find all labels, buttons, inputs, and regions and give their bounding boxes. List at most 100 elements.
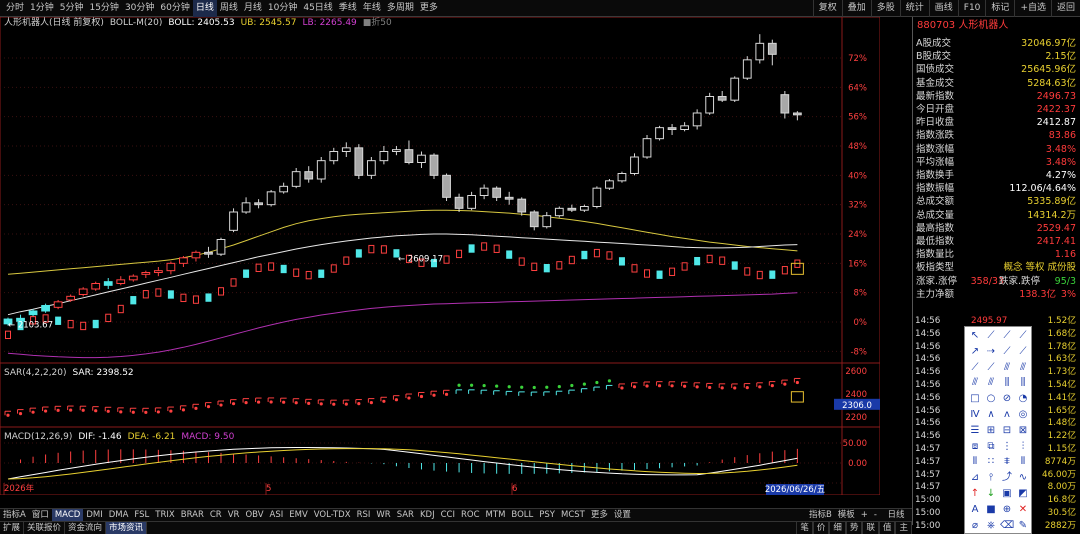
cycle-icon[interactable]: ʌ bbox=[1000, 408, 1014, 422]
frame-icon[interactable]: ▣ bbox=[1000, 487, 1014, 501]
pen-icon[interactable]: ✎ bbox=[1016, 519, 1030, 533]
indicator-tab-14[interactable]: RSI bbox=[354, 509, 374, 522]
gann-box-icon[interactable]: ⫼ bbox=[1016, 376, 1030, 390]
footer-tab-0[interactable]: 扩展 bbox=[0, 521, 25, 534]
indicator-tab-22[interactable]: PSY bbox=[536, 509, 558, 522]
footer-tab-2[interactable]: 资金流向 bbox=[65, 521, 107, 534]
boll-indicator-name[interactable]: BOLL-M(20) bbox=[110, 17, 162, 29]
sar-label[interactable]: SAR(4,2,2,20) bbox=[4, 367, 67, 379]
tool-button-7[interactable]: +自选 bbox=[1014, 0, 1051, 17]
indicator-tab-9[interactable]: VR bbox=[225, 509, 243, 522]
indicator-tab-24[interactable]: 更多 bbox=[588, 509, 611, 522]
half-icon[interactable]: ◩ bbox=[1016, 487, 1030, 501]
indicator-tab-1[interactable]: 窗口 bbox=[29, 509, 52, 522]
box-icon[interactable]: ⊞ bbox=[984, 424, 998, 438]
rect-icon[interactable]: □ bbox=[968, 392, 982, 406]
period-tab-9[interactable]: 10分钟 bbox=[265, 0, 300, 17]
segment-icon[interactable]: ⟋ bbox=[1016, 329, 1030, 343]
lock-icon[interactable]: ⎈ bbox=[984, 519, 998, 533]
parallel-icon[interactable]: ⇢ bbox=[984, 345, 998, 359]
period-indicator[interactable]: 日线 bbox=[880, 508, 912, 521]
tool-button-5[interactable]: F10 bbox=[957, 0, 986, 17]
period-tab-6[interactable]: 日线 bbox=[192, 0, 217, 17]
indicator-tab-6[interactable]: TRIX bbox=[152, 509, 177, 522]
fib-icon[interactable]: ⫻ bbox=[1000, 361, 1014, 375]
footer-right-tab-5[interactable]: 值 bbox=[878, 521, 896, 534]
tool-button-8[interactable]: 返回 bbox=[1050, 0, 1080, 17]
kline-chart-svg[interactable]: -8% 0% 8% 16% 24% 32% 40% 48% 56% 64% 72% ← 2609.17… bbox=[0, 17, 880, 495]
wave-icon[interactable]: Ⅳ bbox=[968, 408, 982, 422]
macd-label[interactable]: MACD(12,26,9) bbox=[4, 431, 72, 443]
tool-button-2[interactable]: 多股 bbox=[870, 0, 900, 17]
pitchfork-icon[interactable]: ⫴ bbox=[1016, 455, 1030, 469]
up-arrow-mark-icon[interactable]: ⤴ bbox=[1000, 471, 1014, 485]
tool-button-0[interactable]: 复权 bbox=[812, 0, 842, 17]
sine-icon[interactable]: ∿ bbox=[1016, 471, 1030, 485]
text-icon[interactable]: A bbox=[968, 503, 982, 517]
tri2-icon[interactable]: ⫯ bbox=[984, 471, 998, 485]
peak-icon[interactable]: ∧ bbox=[984, 408, 998, 422]
fill-icon[interactable]: ■ bbox=[984, 503, 998, 517]
fib-arc-icon[interactable]: ⫻ bbox=[968, 376, 982, 390]
indicator-tab-16[interactable]: SAR bbox=[394, 509, 417, 522]
ray-icon[interactable]: ⟋ bbox=[1000, 329, 1014, 343]
vline-icon[interactable]: ⋮ bbox=[1000, 440, 1014, 454]
period-tab-7[interactable]: 周线 bbox=[217, 0, 241, 17]
period-tab-12[interactable]: 年线 bbox=[360, 0, 384, 17]
box3-icon[interactable]: ⊠ bbox=[1016, 424, 1030, 438]
box2-icon[interactable]: ⊟ bbox=[1000, 424, 1014, 438]
indicator-tab-18[interactable]: CCI bbox=[438, 509, 458, 522]
period-tab-2[interactable]: 5分钟 bbox=[57, 0, 87, 17]
indicator-tab-13[interactable]: VOL-TDX bbox=[311, 509, 354, 522]
line-icon[interactable]: ⟋ bbox=[984, 329, 998, 343]
footer-tab-1[interactable]: 关联报价 bbox=[24, 521, 66, 534]
indicator-tab-5[interactable]: FSL bbox=[131, 509, 152, 522]
indicator-tab-20[interactable]: MTM bbox=[483, 509, 509, 522]
period-tab-10[interactable]: 45日线 bbox=[300, 0, 335, 17]
tool-button-6[interactable]: 标记 bbox=[985, 0, 1014, 17]
indicator-tab-21[interactable]: BOLL bbox=[508, 509, 536, 522]
footer-right-tab-4[interactable]: 联 bbox=[862, 521, 879, 534]
period-tab-4[interactable]: 30分钟 bbox=[122, 0, 157, 17]
indicator-tab-2[interactable]: MACD bbox=[51, 508, 84, 522]
footer-right-tab-3[interactable]: 势 bbox=[845, 521, 863, 534]
indicator-tab-12[interactable]: EMV bbox=[286, 509, 311, 522]
footer-right-tab-6[interactable]: 主 bbox=[895, 521, 912, 534]
tool-button-1[interactable]: 叠加 bbox=[841, 0, 871, 17]
indicator-tab-17[interactable]: KDJ bbox=[417, 509, 438, 522]
bars-icon[interactable]: ⦀ bbox=[968, 455, 982, 469]
period-tab-13[interactable]: 多周期 bbox=[384, 0, 417, 17]
ellipse-icon[interactable]: ⊘ bbox=[1000, 392, 1014, 406]
vlines-icon[interactable]: ⫶ bbox=[1016, 440, 1030, 454]
crosshair-icon[interactable]: ⊕ bbox=[1000, 503, 1014, 517]
circle-slash-icon[interactable]: ⌀ bbox=[968, 519, 982, 533]
arrow-icon[interactable]: ↗ bbox=[968, 345, 982, 359]
triangle-icon[interactable]: ⊿ bbox=[968, 471, 982, 485]
indicator-tab-7[interactable]: BRAR bbox=[178, 509, 207, 522]
footer-right-tab-1[interactable]: 价 bbox=[812, 521, 830, 534]
indicator-tab-3[interactable]: DMI bbox=[83, 509, 105, 522]
indicator-tab-23[interactable]: MCST bbox=[558, 509, 588, 522]
bottom-right-tab-2[interactable]: + bbox=[858, 509, 871, 522]
fan-icon[interactable]: ⟋ bbox=[984, 361, 998, 375]
spiral-icon[interactable]: ◎ bbox=[1016, 408, 1030, 422]
indicator-tab-15[interactable]: WR bbox=[373, 509, 393, 522]
angle-icon[interactable]: ⩨ bbox=[1000, 455, 1014, 469]
period-tab-1[interactable]: 1分钟 bbox=[27, 0, 57, 17]
period-tab-8[interactable]: 月线 bbox=[241, 0, 265, 17]
period-tab-0[interactable]: 分时 bbox=[3, 0, 27, 17]
indicator-tab-19[interactable]: ROC bbox=[458, 509, 483, 522]
sell-arrow-icon[interactable]: ↓ bbox=[984, 487, 998, 501]
dots-icon[interactable]: ∷ bbox=[984, 455, 998, 469]
circle-icon[interactable]: ○ bbox=[984, 392, 998, 406]
indicator-tab-10[interactable]: OBV bbox=[242, 509, 266, 522]
tool-button-3[interactable]: 统计 bbox=[899, 0, 929, 17]
period-tab-11[interactable]: 季线 bbox=[336, 0, 360, 17]
erase-icon[interactable]: ⌫ bbox=[1000, 519, 1014, 533]
gann-icon[interactable]: ⫼ bbox=[1000, 376, 1014, 390]
fib-time-icon[interactable]: ⫻ bbox=[984, 376, 998, 390]
footer-right-tab-0[interactable]: 笔 bbox=[796, 521, 813, 534]
grid-icon[interactable]: ☰ bbox=[968, 424, 982, 438]
trend-icon[interactable]: ⟋ bbox=[1016, 345, 1030, 359]
arc-icon[interactable]: ◔ bbox=[1016, 392, 1030, 406]
